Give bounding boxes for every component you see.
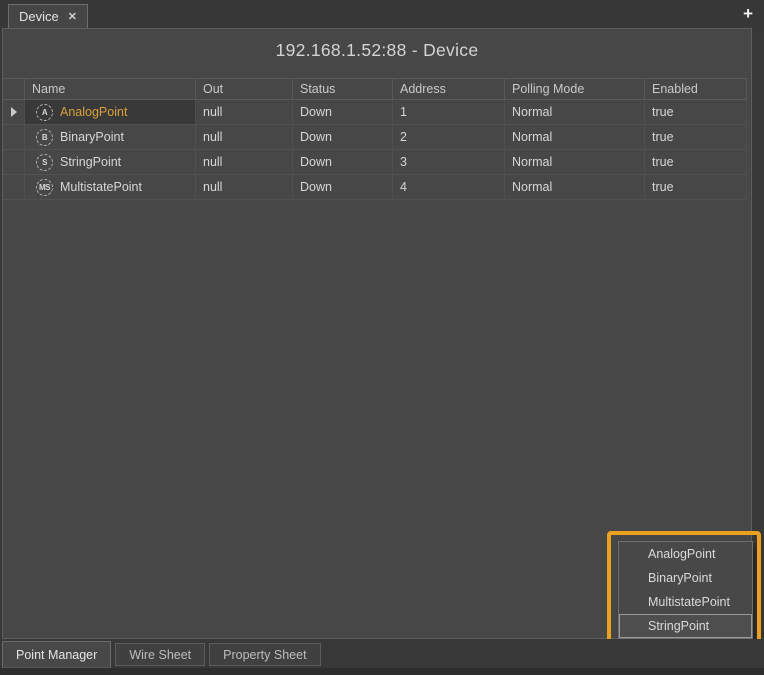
menu-item-stringpoint[interactable]: StringPoint	[619, 614, 752, 638]
point-type-icon: B	[36, 129, 53, 146]
view-tab-point-manager[interactable]: Point Manager	[2, 641, 111, 668]
column-header-status[interactable]: Status	[293, 79, 393, 99]
menu-item-analogpoint[interactable]: AnalogPoint	[619, 542, 752, 566]
cell-out: null	[196, 175, 293, 199]
cell-enabled: true	[645, 100, 747, 124]
cell-polling-mode: Normal	[505, 125, 645, 149]
add-tab-icon[interactable]: +	[743, 4, 753, 24]
point-name: BinaryPoint	[60, 130, 124, 144]
point-type-icon: A	[36, 104, 53, 121]
cell-status: Down	[293, 175, 393, 199]
column-header-address[interactable]: Address	[393, 79, 505, 99]
column-header-out[interactable]: Out	[196, 79, 293, 99]
close-tab-icon[interactable]: ✕	[68, 10, 77, 23]
table-row[interactable]: A AnalogPoint null Down 1 Normal true	[3, 100, 747, 125]
menu-item-multistatepoint[interactable]: MultistatePoint	[619, 590, 752, 614]
row-gutter	[3, 100, 25, 124]
cell-enabled: true	[645, 125, 747, 149]
cell-polling-mode: Normal	[505, 175, 645, 199]
cell-out: null	[196, 125, 293, 149]
table-row[interactable]: B BinaryPoint null Down 2 Normal true	[3, 125, 747, 150]
current-row-indicator	[11, 107, 17, 117]
table-row[interactable]: S StringPoint null Down 3 Normal true	[3, 150, 747, 175]
tab-device-label: Device	[19, 9, 59, 24]
view-tab-property-sheet[interactable]: Property Sheet	[209, 643, 320, 666]
row-gutter	[3, 150, 25, 174]
cell-status: Down	[293, 150, 393, 174]
bottom-strip	[0, 668, 764, 675]
point-name: StringPoint	[60, 155, 121, 169]
row-gutter	[3, 175, 25, 199]
cell-address: 1	[393, 100, 505, 124]
view-tabs: Point ManagerWire SheetProperty Sheet	[2, 641, 325, 668]
tab-device[interactable]: Device ✕	[8, 4, 88, 28]
cell-address: 4	[393, 175, 505, 199]
cell-enabled: true	[645, 175, 747, 199]
point-type-icon: MS	[36, 179, 53, 196]
menu-item-binarypoint[interactable]: BinaryPoint	[619, 566, 752, 590]
point-type-popup-menu: AnalogPointBinaryPointMultistatePointStr…	[618, 541, 753, 639]
point-type-icon: S	[36, 154, 53, 171]
row-selector-gutter-header	[3, 79, 25, 99]
column-header-enabled[interactable]: Enabled	[645, 79, 747, 99]
cell-address: 3	[393, 150, 505, 174]
point-name: AnalogPoint	[60, 105, 127, 119]
cell-status: Down	[293, 100, 393, 124]
page-title: 192.168.1.52:88 - Device	[3, 40, 751, 61]
table-row[interactable]: MS MultistatePoint null Down 4 Normal tr…	[3, 175, 747, 200]
cell-out: null	[196, 150, 293, 174]
cell-name[interactable]: S StringPoint	[25, 150, 196, 174]
cell-enabled: true	[645, 150, 747, 174]
column-header-polling-mode[interactable]: Polling Mode	[505, 79, 645, 99]
cell-out: null	[196, 100, 293, 124]
cell-polling-mode: Normal	[505, 100, 645, 124]
cell-address: 2	[393, 125, 505, 149]
cell-polling-mode: Normal	[505, 150, 645, 174]
points-table: NameOutStatusAddressPolling ModeEnabled …	[3, 78, 747, 200]
bottom-tab-bar: Point ManagerWire SheetProperty Sheet	[0, 639, 764, 675]
table-body: A AnalogPoint null Down 1 Normal true B …	[3, 100, 747, 200]
column-header-name[interactable]: Name	[25, 79, 196, 99]
cell-name[interactable]: B BinaryPoint	[25, 125, 196, 149]
table-header: NameOutStatusAddressPolling ModeEnabled	[3, 78, 747, 100]
point-name: MultistatePoint	[60, 180, 142, 194]
top-tab-bar: Device ✕ +	[0, 0, 764, 28]
cell-name[interactable]: A AnalogPoint	[25, 100, 196, 124]
cell-status: Down	[293, 125, 393, 149]
cell-name[interactable]: MS MultistatePoint	[25, 175, 196, 199]
view-tab-wire-sheet[interactable]: Wire Sheet	[115, 643, 205, 666]
row-gutter	[3, 125, 25, 149]
